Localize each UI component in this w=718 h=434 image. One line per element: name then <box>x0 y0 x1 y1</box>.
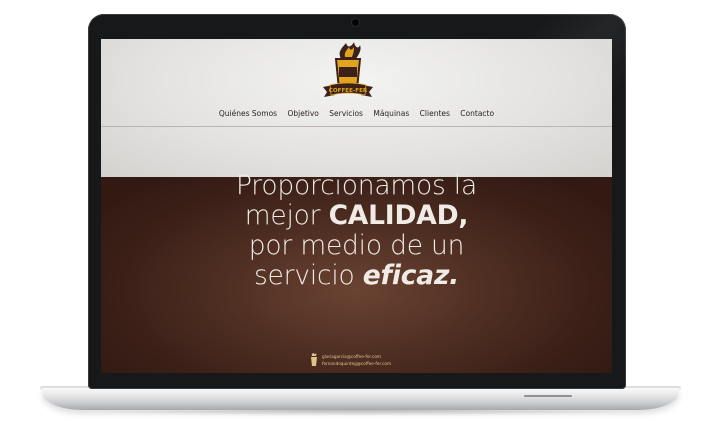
laptop-opening-notch <box>524 395 572 397</box>
logo-brand-text: COFFEE-FER <box>329 88 368 94</box>
hero-headline: Proporcionamos la mejor CALIDAD, por med… <box>101 171 612 291</box>
hero-line-4: servicio eficaz. <box>253 260 460 291</box>
coffee-cup-icon <box>311 353 317 366</box>
laptop-base <box>42 388 679 410</box>
hero-highlight-calidad: CALIDAD, <box>328 200 469 231</box>
site-header: COFFEE-FER Quiénes Somos Objetivo Servic… <box>101 39 612 177</box>
nav-item-contacto[interactable]: Contacto <box>460 109 494 118</box>
coffee-fer-logo[interactable]: COFFEE-FER <box>319 41 377 105</box>
webcam-icon <box>352 19 359 26</box>
contact-email-2[interactable]: fernandoquinteg@coffee-fer.com <box>322 361 391 366</box>
main-navigation: Quiénes Somos Objetivo Servicios Máquina… <box>101 109 612 125</box>
laptop-mockup: COFFEE-FER Quiénes Somos Objetivo Servic… <box>0 0 718 434</box>
nav-item-objetivo[interactable]: Objetivo <box>287 109 318 118</box>
laptop-lid: COFFEE-FER Quiénes Somos Objetivo Servic… <box>88 14 626 389</box>
hero-line-3: por medio de un <box>248 230 465 261</box>
hero-line-2: mejor CALIDAD, <box>244 200 469 231</box>
nav-item-clientes[interactable]: Clientes <box>420 109 450 118</box>
nav-divider <box>101 126 612 127</box>
laptop-shadow <box>70 410 650 416</box>
nav-item-servicios[interactable]: Servicios <box>329 109 363 118</box>
hero-highlight-eficaz: eficaz. <box>362 260 460 291</box>
contact-email-1[interactable]: gloriagarcia@coffee-fer.com <box>322 354 381 359</box>
nav-item-quienes-somos[interactable]: Quiénes Somos <box>219 109 277 118</box>
nav-item-maquinas[interactable]: Máquinas <box>373 109 409 118</box>
website-screen: COFFEE-FER Quiénes Somos Objetivo Servic… <box>101 39 612 373</box>
contact-info: gloriagarcia@coffee-fer.com fernandoquin… <box>309 353 429 369</box>
hero-line-1: Proporcionamos la <box>235 170 478 201</box>
